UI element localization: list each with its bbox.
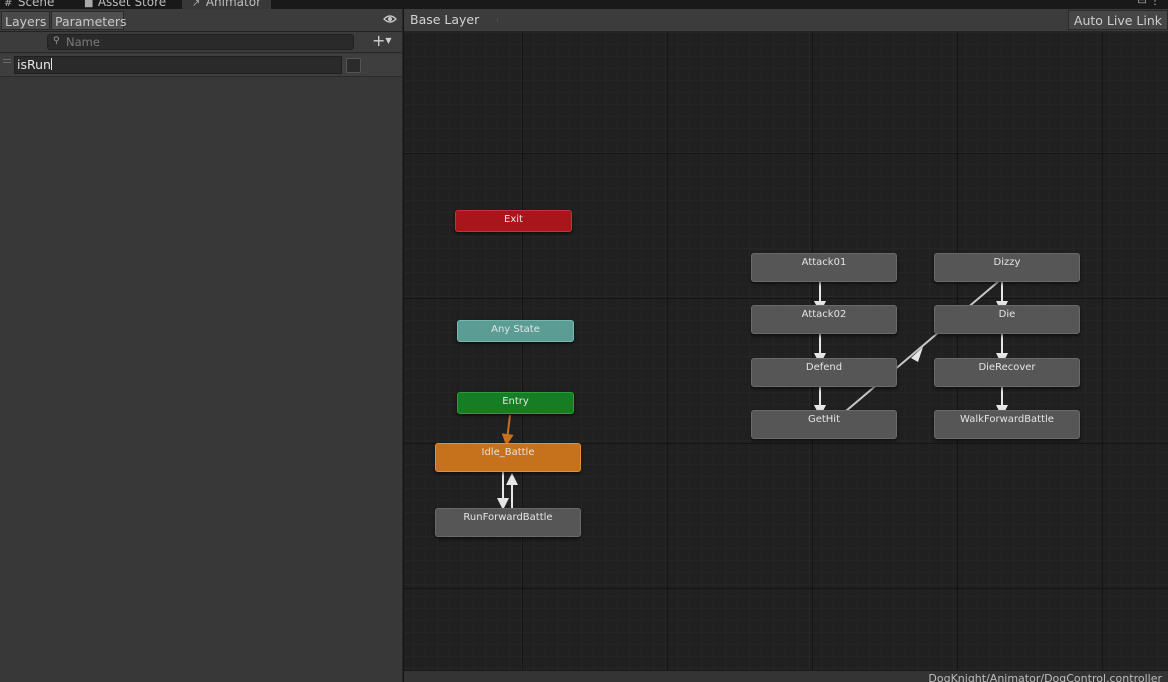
parameter-row: isRun [0,54,402,77]
add-parameter-button[interactable]: +▼ [372,32,400,52]
state-walk-forward-battle[interactable]: WalkForwardBattle [934,410,1080,439]
state-gethit[interactable]: GetHit [751,410,897,439]
state-die-recover[interactable]: DieRecover [934,358,1080,387]
bag-icon: ■ [84,0,94,9]
tab-scene-label: Scene [17,0,55,9]
state-attack02[interactable]: Attack02 [751,305,897,334]
state-run-forward-battle[interactable]: RunForwardBattle [435,508,581,537]
search-field[interactable]: ⚲ [47,34,354,50]
text-cursor [50,58,52,70]
tab-animator-label: Animator [205,0,261,9]
parameter-toolbar: ⚲ +▼ [0,32,402,53]
controller-path: DogKnight/Animator/DogControl.controller [928,672,1162,682]
parameters-panel: Layers Parameters ⚲ +▼ isRun [0,9,402,682]
state-any-state[interactable]: Any State [457,320,574,342]
animator-graph[interactable]: Base Layer Auto Live Link Exit Any State [403,9,1168,682]
tab-asset-store-label: Asset Store [97,0,167,9]
state-attack01[interactable]: Attack01 [751,253,897,282]
state-exit[interactable]: Exit [455,210,572,232]
drag-handle-icon[interactable] [3,59,11,67]
status-bar: DogKnight/Animator/DogControl.controller [404,670,1168,682]
tab-layers[interactable]: Layers [1,11,50,30]
state-entry[interactable]: Entry [457,392,574,414]
plus-icon: + [372,31,386,50]
parameter-name-field[interactable]: isRun [14,56,342,74]
state-defend[interactable]: Defend [751,358,897,387]
search-icon: ⚲ [53,36,60,46]
transition-entry-idle[interactable] [501,414,514,446]
eye-icon[interactable] [383,13,397,25]
tab-scene[interactable]: # Scene [4,0,54,9]
tab-asset-store[interactable]: ■ Asset Store [84,0,166,9]
window-tab-bar: # Scene ■ Asset Store ↗ Animator ▭ ⋮ [0,0,1168,9]
state-idle-battle[interactable]: Idle_Battle [435,443,581,472]
parameter-bool-checkbox[interactable] [346,58,361,73]
window-menu-icon[interactable]: ▭ ⋮ [1137,0,1160,7]
parameter-name-text: isRun [17,57,51,72]
tab-animator[interactable]: ↗ Animator [182,0,271,9]
state-dizzy[interactable]: Dizzy [934,253,1080,282]
panel-tab-bar: Layers Parameters [0,9,402,32]
state-die[interactable]: Die [934,305,1080,334]
hash-icon: # [4,0,13,9]
search-input[interactable] [66,35,346,49]
tab-parameters[interactable]: Parameters [51,11,127,30]
transition-gethit-dizzy[interactable] [845,280,1000,412]
animator-icon: ↗ [192,0,201,9]
chevron-down-icon: ▼ [385,36,392,45]
